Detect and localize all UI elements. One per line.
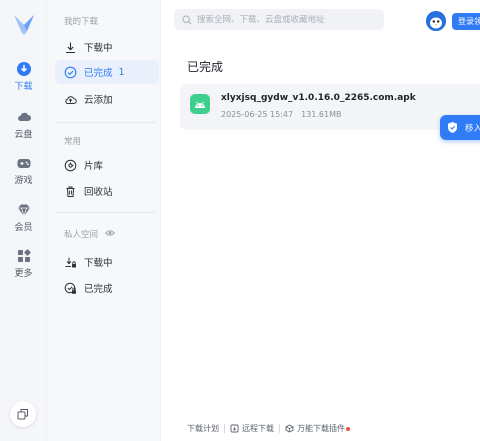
notification-dot [346,426,350,431]
search-bar[interactable] [174,9,384,30]
rail-item-label: 会员 [14,223,33,233]
search-icon [182,14,192,24]
file-meta: 2025-06-25 15:47 131.61MB [221,110,341,119]
avatar[interactable] [426,11,446,31]
section-title-common: 常用 [64,137,82,147]
file-size: 131.61MB [301,110,342,119]
move-into-button[interactable]: 移入 [440,115,480,140]
footer-bar: 下载计划 远程下载 万能下载插件 [187,423,350,434]
download-plan-link[interactable]: 下载计划 [187,423,219,434]
section-title-my-downloads: 我的下载 [64,17,99,27]
sidebar-item-label: 片库 [84,161,104,172]
sidebar-item-private-completed[interactable]: 已完成 [55,276,159,300]
sidebar-item-completed[interactable]: 已完成 1 [55,60,159,84]
file-name: xlyxjsq_gydw_v1.0.16.0_2265.com.apk [221,93,416,103]
sidebar-item-cloud-add[interactable]: 云添加 [55,87,159,111]
download-sidebar: 我的下载 下载中 已完成 1 云添加 常用 片库 回收站 私人空间 下载中 已完… [47,0,161,441]
rail-item-games[interactable]: 游戏 [0,155,47,186]
footer-separator [224,424,225,433]
icon-rail: 下载 云盘 游戏 会员 更多 [0,0,47,441]
rail-item-label: 云盘 [14,130,33,140]
sidebar-divider [56,212,156,213]
rail-item-cloud[interactable]: 云盘 [0,109,47,140]
sidebar-item-label: 下载中 [84,43,113,54]
sidebar-item-downloading[interactable]: 下载中 [55,35,159,59]
eye-icon[interactable] [104,228,115,238]
download-circle-icon [16,62,31,76]
login-button[interactable]: 登录领 [452,13,480,30]
remote-download-icon [230,424,239,433]
android-icon [195,101,205,108]
diamond-icon [17,204,30,218]
footer-separator [279,424,280,433]
file-date: 2025-06-25 15:47 [221,110,294,119]
sidebar-item-label: 下载中 [84,258,113,269]
page-title: 已完成 [187,60,224,74]
rail-item-label: 下载 [14,82,33,92]
sidebar-item-label: 云添加 [84,95,113,106]
cloud-upload-icon [65,95,77,104]
sidebar-item-label: 已完成 [84,68,113,79]
cloud-icon [17,112,31,121]
switch-window-button[interactable] [10,401,36,427]
rail-item-more[interactable]: 更多 [0,248,47,279]
rail-item-vip[interactable]: 会员 [0,202,47,233]
section-title-private-space: 私人空间 [64,228,115,240]
lock-check-icon [64,282,76,294]
bird-mascot-icon [426,11,446,31]
plugin-icon [285,424,294,433]
sidebar-item-label: 回收站 [84,187,113,198]
rail-item-download[interactable]: 下载 [0,61,47,92]
search-input[interactable] [197,14,377,25]
sidebar-divider [56,122,156,123]
remote-download-link[interactable]: 远程下载 [242,423,274,434]
download-arrow-icon [66,42,75,53]
check-circle-icon [64,66,77,78]
app-logo-icon [14,15,34,35]
window-switch-icon [17,409,28,420]
trash-icon [66,186,75,197]
universal-plugin-link[interactable]: 万能下载插件 [297,423,345,434]
sidebar-item-label: 已完成 [84,284,113,295]
rail-item-label: 更多 [14,269,33,279]
private-space-label: 私人空间 [64,230,99,240]
sidebar-item-recycle-bin[interactable]: 回收站 [55,179,159,203]
sidebar-item-private-downloading[interactable]: 下载中 [55,250,159,274]
android-apk-icon [190,94,210,114]
lock-download-icon [65,257,76,267]
apps-grid-icon [17,249,31,262]
move-button-label: 移入 [465,123,480,134]
shield-icon [448,122,457,133]
completed-count-badge: 1 [118,66,125,78]
rail-item-label: 游戏 [14,176,33,186]
gamepad-icon [17,159,30,168]
film-reel-icon [64,159,77,171]
sidebar-item-library[interactable]: 片库 [55,153,159,177]
file-card[interactable]: xlyxjsq_gydw_v1.0.16.0_2265.com.apk 2025… [180,84,480,130]
